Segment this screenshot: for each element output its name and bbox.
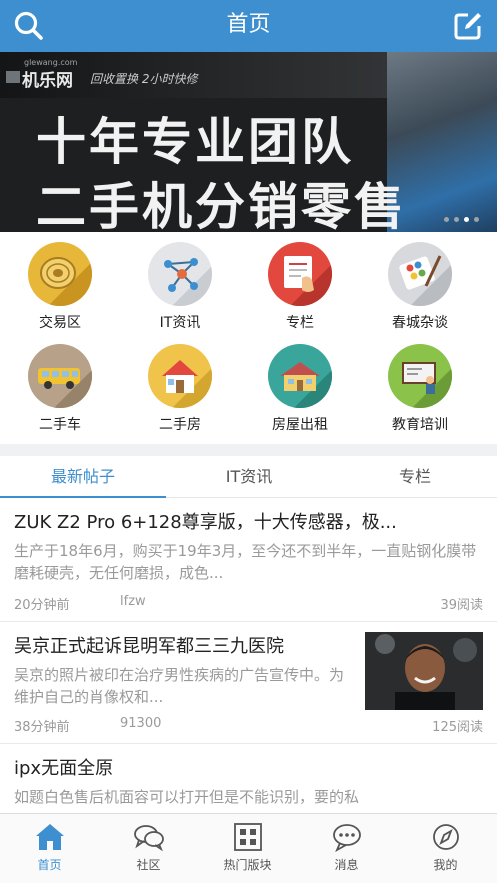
carousel-dot[interactable] [454, 217, 459, 222]
carousel-dots[interactable] [444, 217, 479, 222]
app-header: 首页 [0, 0, 497, 52]
category-trade[interactable]: 交易区 [0, 232, 120, 332]
carousel-dot[interactable] [444, 217, 449, 222]
promo-banner[interactable]: glewang.com 机乐网 回收置换 2小时快修 十年专业团队 二手机分销零… [0, 52, 497, 232]
post-author[interactable]: 91300 [120, 716, 161, 731]
banner-headline-2: 二手机分销零售 [36, 178, 407, 232]
coin-icon [28, 242, 92, 306]
palette-icon [388, 242, 452, 306]
category-label: 春城杂谈 [392, 315, 448, 331]
section-divider [0, 444, 497, 456]
nav-label: 热门版块 [223, 858, 272, 872]
category-used-house[interactable]: 二手房 [120, 334, 240, 434]
compass-icon [430, 822, 462, 852]
post-item[interactable]: 吴京正式起诉昆明军都三三九医院 吴京的照片被印在治疗男性疾病的广告宣传中。为维护… [0, 622, 497, 744]
category-label: 教育培训 [392, 417, 448, 433]
category-house-rental[interactable]: 房屋出租 [240, 334, 360, 434]
post-title: 吴京正式起诉昆明军都三三九医院 [14, 636, 284, 657]
message-icon [331, 822, 363, 853]
post-thumbnail[interactable] [365, 632, 483, 710]
nav-label: 社区 [136, 858, 161, 872]
post-excerpt: 如题白色售后机面容可以打开但是不能识别，要的私 [14, 788, 360, 806]
nav-label: 首页 [37, 858, 62, 872]
post-title: ipx无面全原 [14, 758, 114, 779]
post-time: 38分钟前 [14, 720, 70, 735]
category-label: IT资讯 [159, 315, 201, 331]
post-excerpt: 吴京的照片被印在治疗男性疾病的广告宣传中。为维护自己的肖像权和... [14, 666, 345, 706]
edit-icon[interactable] [451, 9, 485, 43]
banner-brand: 机乐网 [22, 71, 73, 91]
post-read-count: 39阅读 [440, 598, 483, 613]
post-excerpt: 生产于18年6月，购买于19年3月，至今还不到半年，一直贴钢化膜带磨耗硬壳，无任… [14, 542, 477, 582]
category-it-news[interactable]: IT资讯 [120, 232, 240, 332]
nav-label: 消息 [334, 858, 359, 872]
post-item[interactable]: ZUK Z2 Pro 6+128尊享版，十大传感器，极... 生产于18年6月，… [0, 498, 497, 622]
grid-blocks-icon [232, 822, 264, 852]
bottom-navigation: 首页 社区 热门版块 消息 我的 [0, 813, 497, 883]
tab-it-news[interactable]: IT资讯 [166, 456, 332, 498]
nav-hot-boards[interactable]: 热门版块 [198, 814, 297, 883]
nav-messages[interactable]: 消息 [297, 814, 396, 883]
logo-icon [6, 71, 20, 83]
feed-tabs: 最新帖子 IT资讯 专栏 [0, 456, 497, 499]
rental-house-icon [268, 344, 332, 408]
document-hand-icon [268, 242, 332, 306]
blackboard-icon [388, 344, 452, 408]
network-icon [148, 242, 212, 306]
nav-label: 我的 [433, 858, 458, 872]
category-label: 二手车 [39, 417, 81, 433]
banner-tagline: 回收置换 2小时快修 [90, 72, 198, 86]
category-chuncheng-talk[interactable]: 春城杂谈 [360, 232, 480, 332]
nav-community[interactable]: 社区 [99, 814, 198, 883]
page-title: 首页 [226, 12, 271, 37]
nav-home[interactable]: 首页 [0, 814, 99, 883]
post-title: ZUK Z2 Pro 6+128尊享版，十大传感器，极... [14, 512, 397, 533]
category-education[interactable]: 教育培训 [360, 334, 480, 434]
post-time: 20分钟前 [14, 598, 70, 613]
nav-profile[interactable]: 我的 [396, 814, 495, 883]
carousel-dot[interactable] [474, 217, 479, 222]
house-icon [148, 344, 212, 408]
category-label: 房屋出租 [272, 417, 328, 433]
car-icon [28, 344, 92, 408]
category-label: 交易区 [39, 315, 81, 331]
post-read-count: 125阅读 [432, 720, 483, 735]
category-used-car[interactable]: 二手车 [0, 334, 120, 434]
post-item[interactable]: ipx无面全原 如题白色售后机面容可以打开但是不能识别，要的私 [0, 744, 497, 813]
category-column[interactable]: 专栏 [240, 232, 360, 332]
category-label: 二手房 [159, 417, 201, 433]
banner-headline-1: 十年专业团队 [36, 113, 354, 171]
home-icon [34, 822, 66, 852]
category-label: 专栏 [286, 315, 314, 331]
tab-column[interactable]: 专栏 [332, 456, 497, 498]
category-grid: 交易区 IT资讯 专栏 春城杂谈 二手车 二手房 房屋出租 教育培训 [0, 232, 497, 444]
chat-bubbles-icon [133, 822, 165, 852]
post-author[interactable]: lfzw [120, 594, 146, 609]
tab-latest-posts[interactable]: 最新帖子 [0, 456, 166, 499]
carousel-dot-active[interactable] [464, 217, 469, 222]
